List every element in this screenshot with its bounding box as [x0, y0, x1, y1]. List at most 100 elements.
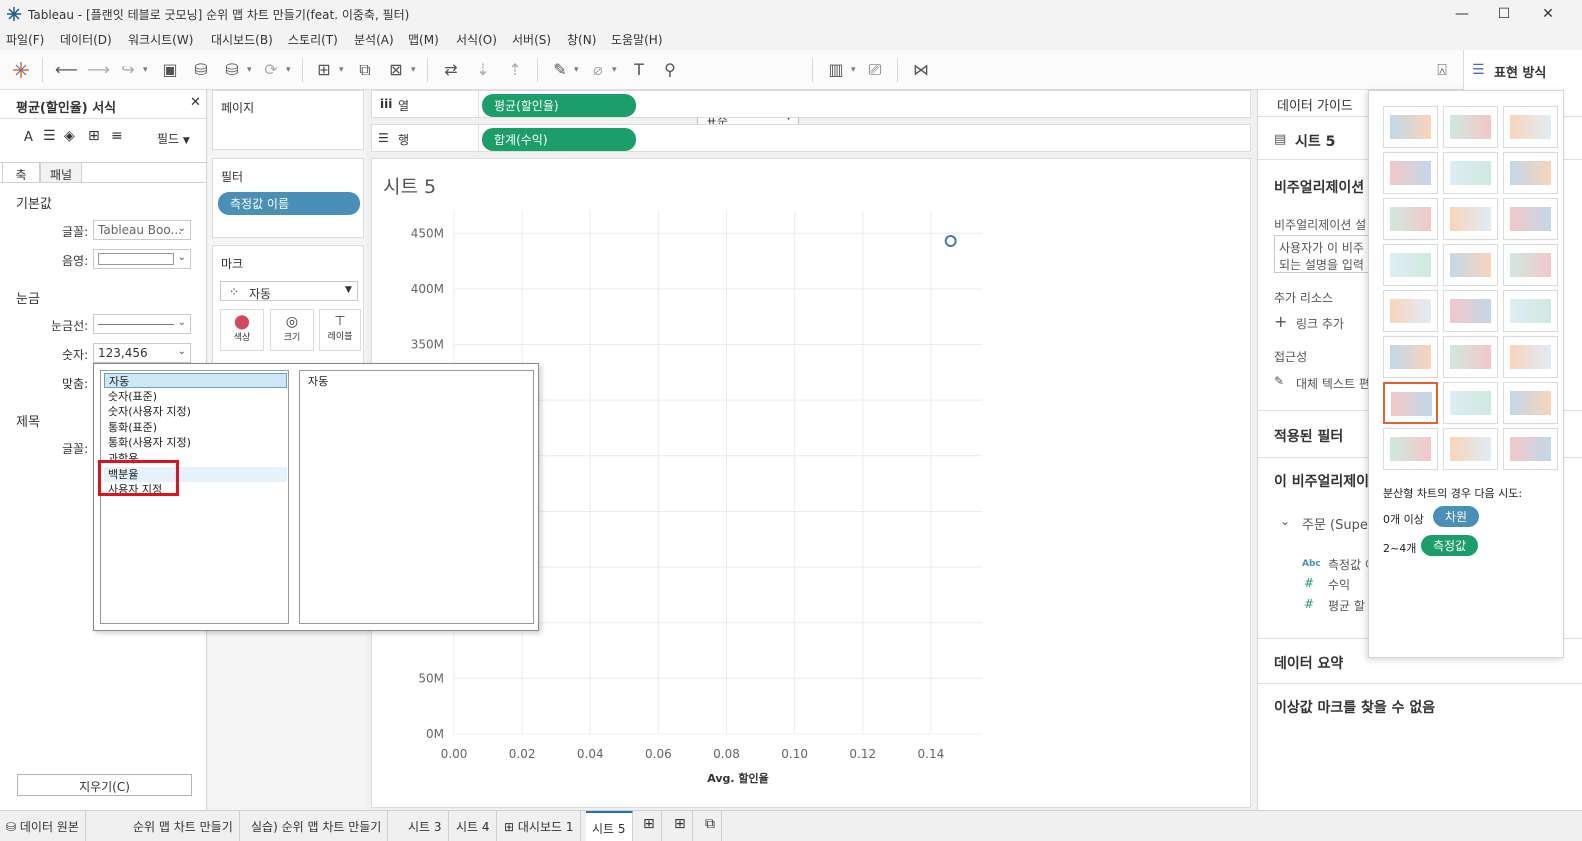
- plus-icon[interactable]: +: [1274, 312, 1287, 331]
- borders-format-icon[interactable]: ⊞: [88, 128, 100, 144]
- numbers-select[interactable]: 123,456 ⌄: [93, 343, 191, 363]
- tab-practice-rank-map[interactable]: 실습) 순위 맵 차트 만들기: [245, 811, 389, 841]
- replay-icon[interactable]: ↪: [117, 59, 139, 81]
- rows-shelf[interactable]: ☰ 행 합계(수익): [371, 124, 1251, 153]
- format-option-number-custom[interactable]: 숫자(사용자 지정): [104, 404, 191, 419]
- chart-type-scatter-plot[interactable]: [1383, 382, 1438, 424]
- menu-data[interactable]: 데이터(D): [60, 31, 112, 48]
- rows-pill-sum-profit[interactable]: 합계(수익): [482, 128, 636, 151]
- menu-help[interactable]: 도움말(H): [611, 31, 663, 48]
- new-story-tab-icon[interactable]: ⧉: [699, 811, 722, 841]
- menu-analysis[interactable]: 분석(A): [354, 31, 394, 48]
- chart-type-highlight-table[interactable]: [1503, 106, 1558, 148]
- chart-type-side-by-side-circles[interactable]: [1503, 244, 1558, 286]
- show-me-button[interactable]: ☰ 표현 방식: [1463, 50, 1582, 90]
- columns-pill-avg-discount[interactable]: 평균(할인율): [482, 94, 636, 117]
- menu-story[interactable]: 스토리(T): [288, 31, 338, 48]
- new-datasource-icon[interactable]: ⛁: [190, 59, 212, 81]
- chart-type-stacked-bars[interactable]: [1443, 198, 1498, 240]
- format-option-currency-custom[interactable]: 통화(사용자 지정): [104, 435, 191, 450]
- pin-icon[interactable]: ⍓: [1431, 59, 1453, 81]
- field-dropdown[interactable]: 필드 ▼: [157, 130, 190, 147]
- presentation-mode-icon[interactable]: ⎚: [864, 59, 886, 81]
- menu-format[interactable]: 서식(O): [456, 31, 497, 48]
- duplicate-sheet-icon[interactable]: ⧉: [354, 59, 376, 81]
- menu-worksheet[interactable]: 워크시트(W): [128, 31, 193, 48]
- highlight-icon[interactable]: ✎: [549, 59, 571, 81]
- menu-map[interactable]: 맵(M): [408, 31, 439, 48]
- chart-type-horizontal-bars[interactable]: [1383, 198, 1438, 240]
- redo-icon[interactable]: ⟶: [87, 59, 110, 81]
- menu-server[interactable]: 서버(S): [512, 31, 551, 48]
- chart-type-circle-views[interactable]: [1443, 244, 1498, 286]
- chart-type-continuous-lines[interactable]: [1383, 290, 1438, 332]
- pencil-icon[interactable]: ✎: [1274, 374, 1284, 388]
- shade-select[interactable]: ⌄: [93, 249, 191, 269]
- columns-shelf[interactable]: iii 열 평균(할인율): [371, 90, 1251, 119]
- close-icon[interactable]: ✕: [1538, 4, 1558, 24]
- mark-type-select[interactable]: ⁘ 자동 ▼: [220, 281, 358, 301]
- swap-rows-columns-icon[interactable]: ⇄: [440, 59, 462, 81]
- lines-format-icon[interactable]: ≡: [111, 128, 123, 144]
- new-worksheet-icon[interactable]: ⊞: [313, 59, 335, 81]
- chart-type-area-discrete[interactable]: [1443, 336, 1498, 378]
- save-icon[interactable]: ▣: [159, 59, 181, 81]
- chart-type-dual-combination[interactable]: [1503, 336, 1558, 378]
- chart-type-dual-lines[interactable]: [1503, 290, 1558, 332]
- color-mark-button[interactable]: ⬤ 색상: [220, 309, 264, 351]
- chart-type-symbol-map[interactable]: [1383, 152, 1438, 194]
- menu-file[interactable]: 파일(F): [6, 31, 44, 48]
- chevron-down-icon[interactable]: ▾: [612, 59, 617, 81]
- chart-type-discrete-lines[interactable]: [1443, 290, 1498, 332]
- alt-text-link[interactable]: 대체 텍스트 편: [1296, 375, 1370, 392]
- chart-type-side-by-side-bars[interactable]: [1503, 198, 1558, 240]
- show-cards-icon[interactable]: ▥: [825, 59, 847, 81]
- chevron-down-icon[interactable]: ▾: [851, 59, 856, 81]
- tab-sheet-5[interactable]: 시트 5: [586, 811, 633, 841]
- chart-type-packed-bubbles[interactable]: [1503, 428, 1558, 470]
- chart-type-treemap[interactable]: [1383, 244, 1438, 286]
- share-icon[interactable]: ⋈: [910, 59, 932, 81]
- chart-type-area-continuous[interactable]: [1383, 336, 1438, 378]
- filters-card[interactable]: 필터 측정값 이름: [212, 158, 364, 238]
- menu-window[interactable]: 창(N): [567, 31, 596, 48]
- maximize-icon[interactable]: ☐: [1494, 4, 1514, 24]
- show-mark-labels-icon[interactable]: T: [628, 59, 650, 81]
- tab-sheet-4[interactable]: 시트 4: [450, 811, 497, 841]
- menu-dashboard[interactable]: 대시보드(B): [211, 31, 273, 48]
- refresh-icon[interactable]: ⟳: [260, 59, 282, 81]
- alignment-format-icon[interactable]: ☰: [43, 128, 56, 144]
- undo-icon[interactable]: ⟵: [55, 59, 78, 81]
- tab-data-source[interactable]: ⛁ 데이터 원본: [0, 811, 86, 841]
- chevron-down-icon[interactable]: ▾: [143, 59, 148, 81]
- filter-pill-measure-names[interactable]: 측정값 이름: [218, 192, 360, 215]
- tableau-home-icon[interactable]: [10, 59, 32, 81]
- chevron-down-icon[interactable]: ▾: [247, 59, 252, 81]
- tab-axis[interactable]: 축: [2, 162, 40, 183]
- gridline-select[interactable]: ⌄: [93, 314, 191, 334]
- close-icon[interactable]: ✕: [190, 95, 201, 110]
- group-members-icon[interactable]: ⌀: [587, 59, 609, 81]
- clear-sheet-icon[interactable]: ⊠: [385, 59, 407, 81]
- pages-card[interactable]: 페이지: [212, 90, 364, 150]
- format-option-currency-standard[interactable]: 통화(표준): [104, 420, 157, 435]
- chart-type-heat-map[interactable]: [1443, 106, 1498, 148]
- new-dashboard-tab-icon[interactable]: ⊞: [668, 811, 693, 841]
- tab-sheet-3[interactable]: 시트 3: [402, 811, 449, 841]
- chart-type-pie-chart[interactable]: [1503, 152, 1558, 194]
- sort-descending-icon[interactable]: ⇡: [504, 59, 526, 81]
- clear-button[interactable]: 지우기(C): [17, 774, 192, 796]
- label-mark-button[interactable]: ⊤ 레이블: [319, 309, 361, 351]
- chevron-down-icon[interactable]: ▾: [411, 59, 416, 81]
- fix-axes-icon[interactable]: ⚲: [659, 59, 681, 81]
- shading-format-icon[interactable]: ◈: [64, 128, 75, 144]
- tab-rank-map[interactable]: 순위 맵 차트 만들기: [127, 811, 240, 841]
- chart-type-gantt-chart[interactable]: [1383, 428, 1438, 470]
- font-format-icon[interactable]: A: [24, 130, 33, 145]
- chart-type-box-and-whisker[interactable]: [1503, 382, 1558, 424]
- chevron-down-icon[interactable]: ⌄: [1280, 514, 1290, 528]
- format-option-number-standard[interactable]: 숫자(표준): [104, 389, 157, 404]
- new-worksheet-tab-icon[interactable]: ⊞: [637, 811, 662, 841]
- chart-type-text-table[interactable]: [1383, 106, 1438, 148]
- add-link-link[interactable]: 링크 추가: [1296, 315, 1344, 332]
